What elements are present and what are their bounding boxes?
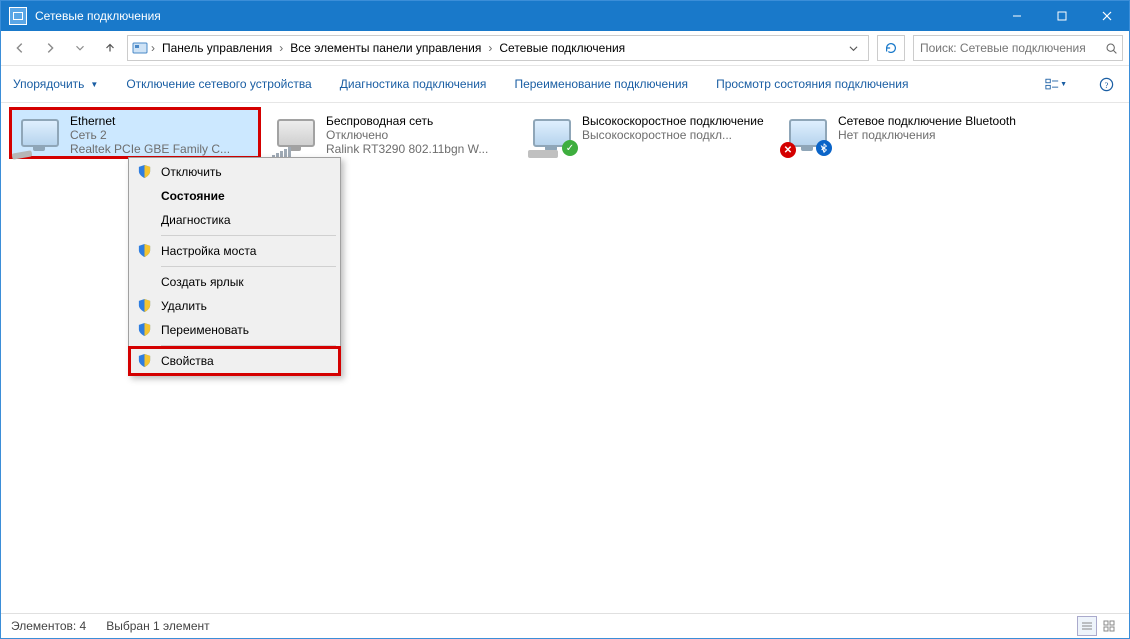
connection-item-ethernet[interactable]: Ethernet Сеть 2 Realtek PCIe GBE Family …	[11, 109, 259, 157]
context-menu: Отключить Состояние Диагностика Настройк…	[128, 157, 341, 376]
maximize-button[interactable]	[1039, 1, 1084, 31]
chevron-right-icon: ›	[278, 41, 284, 55]
details-view-button[interactable]	[1077, 616, 1097, 636]
item-name: Беспроводная сеть	[326, 114, 488, 128]
separator	[161, 345, 336, 346]
network-adapter-icon: ✕	[784, 112, 832, 154]
status-error-icon: ✕	[780, 142, 796, 158]
large-icons-view-button[interactable]	[1099, 616, 1119, 636]
help-button[interactable]: ?	[1095, 73, 1117, 95]
change-view-button[interactable]: ▼	[1045, 73, 1067, 95]
ctx-disable[interactable]: Отключить	[131, 160, 338, 184]
shield-icon	[137, 243, 152, 258]
status-bar: Элементов: 4 Выбран 1 элемент	[1, 613, 1129, 638]
breadcrumb[interactable]: Панель управления	[158, 37, 276, 59]
back-button[interactable]	[7, 35, 33, 61]
recent-button[interactable]	[67, 35, 93, 61]
separator	[161, 235, 336, 236]
item-status: Сеть 2	[70, 128, 230, 142]
content-area: Ethernet Сеть 2 Realtek PCIe GBE Family …	[1, 103, 1129, 613]
ctx-shortcut[interactable]: Создать ярлык	[131, 270, 338, 294]
item-device: Нет подключения	[838, 128, 1016, 142]
rename-connection-button[interactable]: Переименование подключения	[514, 77, 688, 91]
breadcrumb[interactable]: Все элементы панели управления	[286, 37, 485, 59]
search-icon	[1105, 42, 1118, 55]
search-box[interactable]	[913, 35, 1123, 61]
titlebar: Сетевые подключения	[1, 1, 1129, 31]
ctx-status[interactable]: Состояние	[131, 184, 338, 208]
breadcrumb[interactable]: Сетевые подключения	[495, 37, 629, 59]
navigation-bar: › Панель управления › Все элементы панел…	[1, 31, 1129, 66]
status-count: Элементов: 4	[11, 619, 86, 633]
connection-item-broadband[interactable]: ✓ Высокоскоростное подключение Высокоско…	[523, 109, 771, 157]
view-switcher	[1077, 616, 1119, 636]
ctx-label: Удалить	[161, 299, 207, 313]
item-status: Отключено	[326, 128, 488, 142]
close-button[interactable]	[1084, 1, 1129, 31]
command-bar: Упорядочить▼ Отключение сетевого устройс…	[1, 66, 1129, 103]
address-dropdown-button[interactable]	[842, 37, 864, 59]
network-adapter-icon: ✓	[528, 112, 576, 154]
connection-item-bluetooth[interactable]: ✕ Сетевое подключение Bluetooth Нет подк…	[779, 109, 1027, 157]
ctx-bridge[interactable]: Настройка моста	[131, 239, 338, 263]
status-ok-icon: ✓	[562, 140, 578, 156]
item-name: Сетевое подключение Bluetooth	[838, 114, 1016, 128]
ctx-rename[interactable]: Переименовать	[131, 318, 338, 342]
item-device: Realtek PCIe GBE Family C...	[70, 142, 230, 156]
item-name: Высокоскоростное подключение	[582, 114, 764, 128]
address-bar[interactable]: › Панель управления › Все элементы панел…	[127, 35, 869, 61]
ctx-label: Свойства	[161, 354, 214, 368]
window: Сетевые подключения › Панель управления …	[0, 0, 1130, 639]
location-icon	[132, 40, 148, 56]
item-device: Ralink RT3290 802.11bgn W...	[326, 142, 488, 156]
ctx-diagnose[interactable]: Диагностика	[131, 208, 338, 232]
ctx-delete[interactable]: Удалить	[131, 294, 338, 318]
up-button[interactable]	[97, 35, 123, 61]
app-icon	[9, 7, 27, 25]
svg-text:?: ?	[1104, 79, 1108, 89]
ctx-label: Состояние	[161, 189, 225, 203]
status-selected: Выбран 1 элемент	[106, 619, 209, 633]
disable-device-button[interactable]: Отключение сетевого устройства	[126, 77, 311, 91]
network-adapter-icon	[16, 112, 64, 154]
chevron-down-icon: ▼	[90, 80, 98, 89]
refresh-button[interactable]	[877, 35, 905, 61]
ctx-properties[interactable]: Свойства	[131, 349, 338, 373]
window-buttons	[994, 1, 1129, 31]
minimize-button[interactable]	[994, 1, 1039, 31]
chevron-right-icon: ›	[487, 41, 493, 55]
organize-menu[interactable]: Упорядочить▼	[13, 77, 98, 91]
items-view: Ethernet Сеть 2 Realtek PCIe GBE Family …	[11, 109, 1119, 157]
item-name: Ethernet	[70, 114, 230, 128]
bluetooth-icon	[816, 140, 832, 156]
chevron-right-icon: ›	[150, 41, 156, 55]
diagnose-connection-button[interactable]: Диагностика подключения	[340, 77, 487, 91]
forward-button[interactable]	[37, 35, 63, 61]
ctx-label: Переименовать	[161, 323, 249, 337]
item-device: Высокоскоростное подкл...	[582, 128, 764, 142]
network-adapter-icon	[272, 112, 320, 154]
ctx-label: Настройка моста	[161, 244, 256, 258]
shield-icon	[137, 164, 152, 179]
chevron-down-icon: ▼	[1060, 81, 1067, 88]
ctx-label: Диагностика	[161, 213, 231, 227]
shield-icon	[137, 298, 152, 313]
connection-item-wireless[interactable]: Беспроводная сеть Отключено Ralink RT329…	[267, 109, 515, 157]
ctx-label: Создать ярлык	[161, 275, 244, 289]
separator	[161, 266, 336, 267]
search-input[interactable]	[918, 40, 1099, 56]
shield-icon	[137, 353, 152, 368]
shield-icon	[137, 322, 152, 337]
window-title: Сетевые подключения	[35, 9, 994, 23]
ctx-label: Отключить	[161, 165, 222, 179]
view-status-button[interactable]: Просмотр состояния подключения	[716, 77, 908, 91]
